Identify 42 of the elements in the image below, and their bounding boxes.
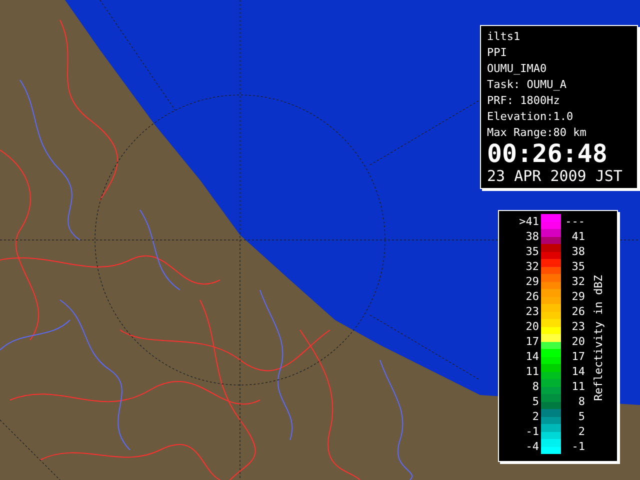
legend-high-label: 41 xyxy=(570,229,585,244)
info-text: PRF: 1800Hz xyxy=(487,93,561,109)
legend-low-label: 11 xyxy=(524,364,540,379)
legend-high-label: -1 xyxy=(570,439,585,454)
info-text: OUMU_IMA0 xyxy=(487,61,548,77)
legend-low-label: 29 xyxy=(524,274,540,289)
legend-high-label: 29 xyxy=(570,289,585,304)
legend-high-label: 38 xyxy=(570,244,585,259)
legend-high-label: 14 xyxy=(570,364,585,379)
legend-high-label: 17 xyxy=(570,349,585,364)
legend-high-label: 5 xyxy=(577,409,585,424)
date-text: 23 APR 2009 JST xyxy=(487,167,624,185)
legend-high-label: 8 xyxy=(577,394,585,409)
info-text: ilts1 xyxy=(487,29,522,45)
legend-title: Reflectivity in dBZ xyxy=(590,274,606,400)
legend-low-label: 26 xyxy=(524,289,540,304)
legend-high-label: 35 xyxy=(570,259,585,274)
legend-high-label: --- xyxy=(564,214,585,229)
legend-low-label: 20 xyxy=(524,319,540,334)
legend-low-label: 32 xyxy=(524,259,540,274)
legend-low-label: 23 xyxy=(524,304,540,319)
info-text: Max Range:80 km xyxy=(487,125,588,141)
legend-low-label: -4 xyxy=(524,439,540,454)
info-text: Task: OUMU_A xyxy=(487,77,568,93)
legend-low-label: -1 xyxy=(524,424,540,439)
legend-low-label: 5 xyxy=(531,394,540,409)
legend-low-label: 2 xyxy=(531,409,540,424)
legend-high-label: 23 xyxy=(570,319,585,334)
legend-high-label: 26 xyxy=(570,304,585,319)
legend-low-label: 38 xyxy=(524,229,540,244)
legend-high-label: 32 xyxy=(570,274,585,289)
info-text: PPI xyxy=(487,45,508,61)
info-text: Elevation:1.0 xyxy=(487,109,574,125)
time-text: 00:26:48 xyxy=(487,141,608,167)
legend-high-label: 2 xyxy=(577,424,585,439)
legend-high-label: 11 xyxy=(570,379,585,394)
legend-low-label: 14 xyxy=(524,349,540,364)
legend-low-label: 8 xyxy=(531,379,540,394)
legend-low-label: 17 xyxy=(524,334,540,349)
legend-high-label: 20 xyxy=(570,334,585,349)
legend-low-label: 35 xyxy=(524,244,540,259)
legend-low-label: >41 xyxy=(518,214,540,229)
